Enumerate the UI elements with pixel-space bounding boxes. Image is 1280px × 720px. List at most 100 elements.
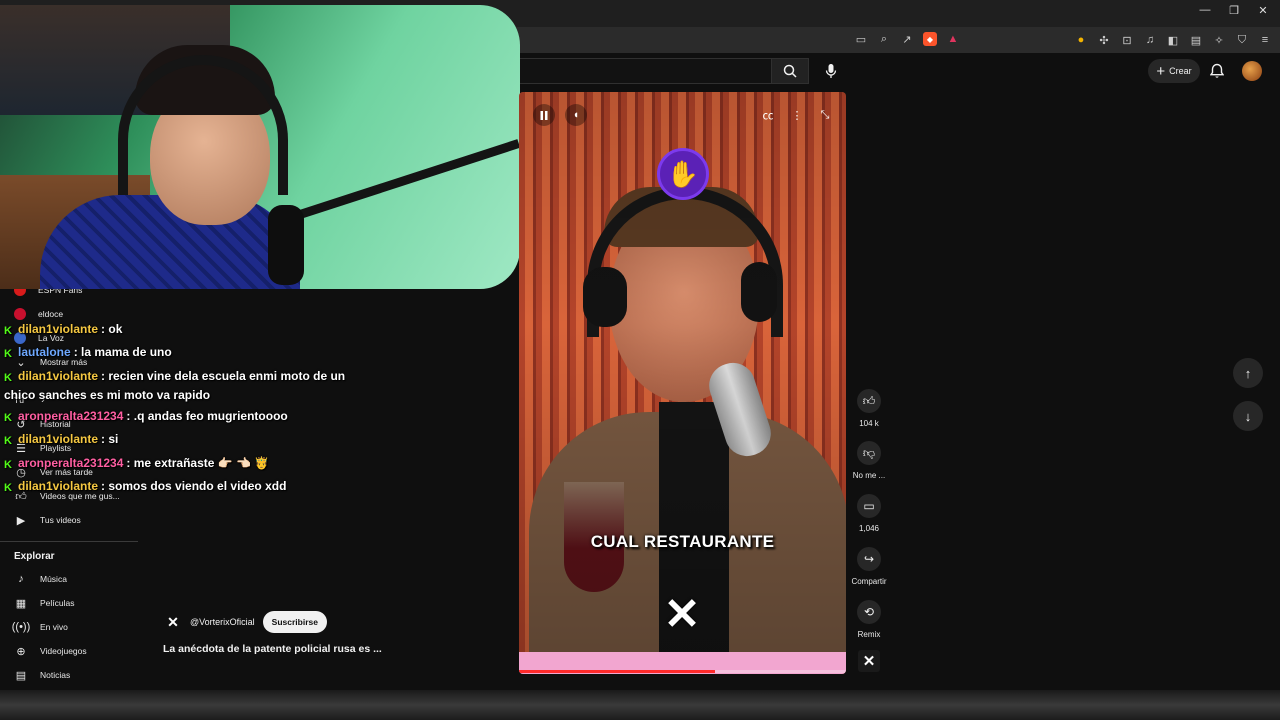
kick-badge-icon: K (4, 482, 12, 495)
previous-short-button[interactable]: ↑ (1233, 358, 1263, 388)
close-window-button[interactable]: ✕ (1253, 4, 1273, 17)
chat-message: Karonperalta231234: .q andas feo mugrien… (4, 405, 374, 428)
sidebar-item-gaming[interactable]: ⊕ Videojuegos (14, 643, 86, 659)
chat-message: Klautalone: la mama de uno (4, 341, 374, 364)
thumbs-down-icon: 👎︎ (857, 441, 881, 465)
sidebar-item-label: Tus videos (40, 515, 81, 525)
pause-icon (540, 110, 548, 120)
music-icon: ♪ (18, 573, 24, 585)
raised-hand-icon: ✋ (657, 148, 709, 200)
sidebar-divider (0, 541, 138, 542)
arrow-down-icon: ↓ (1244, 408, 1252, 424)
remix-button[interactable]: ⟲ Remix (849, 600, 889, 639)
channel-name[interactable]: @VorterixOficial (190, 617, 255, 627)
dislike-button[interactable]: 👎︎ No me ... (849, 441, 889, 480)
sidebar-item-label: En vivo (40, 622, 68, 632)
search-input[interactable] (490, 58, 772, 84)
explore-header: Explorar (14, 551, 55, 562)
chat-text: : la mama de uno (73, 345, 172, 360)
channel-row: ✕ @VorterixOficial Suscribirse (164, 611, 327, 633)
pause-button[interactable] (533, 104, 555, 126)
next-short-button[interactable]: ↓ (1233, 401, 1263, 431)
kick-badge-icon: K (4, 411, 12, 424)
plus-icon: + (1156, 62, 1166, 80)
chat-text: : somos dos viendo el video xdd (101, 479, 287, 494)
comment-icon: ▭ (857, 494, 881, 518)
streamer-microphone (268, 205, 304, 285)
fullscreen-button[interactable]: ⤡ (814, 104, 836, 126)
vpn-shield-icon[interactable]: ⛉ (1235, 33, 1249, 47)
notifications-button[interactable] (1208, 62, 1226, 80)
sidebar-item-news[interactable]: ▤ Noticias (14, 667, 70, 683)
brave-shields-icon[interactable]: ◆ (923, 32, 937, 46)
leo-ai-icon[interactable]: ✧ (1212, 33, 1226, 47)
vorterix-logo-icon: ✕ (663, 589, 701, 639)
search-button[interactable] (771, 58, 809, 84)
chat-username: aronperalta231234 (18, 408, 124, 423)
progress-fill (519, 670, 716, 673)
color-extension-icon[interactable]: ● (1074, 33, 1088, 47)
gamepad-icon: ⊕ (16, 645, 26, 658)
comments-button[interactable]: ▭ 1,046 (849, 494, 889, 533)
screen: 🔈 La — ❐ ✕ ▭ ⌕ ↗ ◆ ▲ ● ✣ ⊡ ♫ ◧ ▤ ✧ ⛉ ≡ (0, 0, 1280, 720)
sidebar-item-movies[interactable]: ▦ Películas (14, 595, 75, 611)
chat-username: dilan1violante (18, 322, 99, 336)
chat-text: : .q andas feo mugrientoooo (126, 408, 288, 423)
share-page-icon[interactable]: ↗ (900, 32, 914, 46)
minimize-button[interactable]: — (1195, 4, 1215, 16)
screenshot-icon[interactable]: ⊡ (1120, 33, 1134, 47)
like-button[interactable]: 👍︎ 104 k (849, 389, 889, 428)
voice-search-button[interactable] (818, 58, 844, 84)
cast-icon[interactable]: ▭ (854, 32, 868, 46)
play-icon: ▶ (16, 514, 26, 527)
chat-message: Kdilan1violante: recien vine dela escuel… (4, 365, 374, 405)
share-label: Compartir (851, 577, 887, 586)
live-icon: ((•)) (11, 621, 31, 633)
short-video-player[interactable]: ◖ ㏄ ⋮ ⤡ ✋ CUAL RESTAURANTE ✕ (519, 92, 846, 674)
channel-logo-icon[interactable]: ✕ (858, 650, 880, 672)
search-icon (783, 64, 797, 78)
arrow-up-icon: ↑ (1244, 365, 1252, 381)
wallet-icon[interactable]: ▤ (1189, 33, 1203, 47)
kick-badge-icon: K (4, 458, 12, 471)
chat-username: dilan1violante (18, 479, 99, 494)
chat-text: : me extrañaste (126, 455, 215, 470)
comment-count: 1,046 (858, 524, 880, 533)
sidebar-item-live[interactable]: ((•)) En vivo (11, 619, 68, 635)
volume-button[interactable]: ◖ (565, 104, 587, 126)
mic-arm (298, 139, 520, 219)
zoom-icon[interactable]: ⌕ (877, 32, 891, 46)
share-button[interactable]: ↪ Compartir (849, 547, 889, 586)
volume-icon: ◖ (572, 109, 580, 121)
webcam-overlay (0, 5, 520, 289)
kick-badge-icon: K (4, 371, 12, 384)
captions-icon: ㏄ (762, 110, 774, 122)
music-queue-icon[interactable]: ♫ (1143, 33, 1157, 47)
sidebar-item-your-videos[interactable]: ▶ Tus videos (14, 512, 81, 528)
more-options-button[interactable]: ⋮ (786, 104, 808, 126)
remix-label: Remix (857, 630, 881, 639)
sidebar-item-label: Noticias (40, 670, 71, 680)
chat-text: : si (101, 432, 119, 447)
sidebar-item-music[interactable]: ♪ Música (14, 571, 67, 587)
user-avatar[interactable] (1242, 61, 1262, 81)
captions-button[interactable]: ㏄ (757, 104, 779, 126)
create-button[interactable]: + Crear (1148, 59, 1200, 83)
extensions-puzzle-icon[interactable]: ✣ (1097, 33, 1111, 47)
restore-button[interactable]: ❐ (1224, 4, 1244, 17)
chat-username: aronperalta231234 (18, 455, 124, 470)
more-vertical-icon: ⋮ (791, 109, 803, 122)
sidebar-item-label: Música (40, 574, 67, 584)
subscribe-button[interactable]: Suscribirse (262, 611, 327, 633)
chat-emojis: 👉🏻 👈🏻 🤴 (217, 455, 270, 470)
chat-message: Karonperalta231234: me extrañaste 👉🏻 👈🏻 … (4, 452, 374, 475)
microphone-icon (825, 64, 837, 78)
menu-icon[interactable]: ≡ (1258, 33, 1272, 47)
sidebar-toggle-icon[interactable]: ◧ (1166, 33, 1180, 47)
short-title[interactable]: La anécdota de la patente policial rusa … (163, 643, 382, 655)
brave-rewards-icon[interactable]: ▲ (946, 32, 960, 46)
news-icon: ▤ (15, 669, 27, 682)
vorterix-channel-icon[interactable]: ✕ (164, 613, 182, 631)
sidebar-item-label: Películas (40, 598, 75, 608)
chat-message: Kdilan1violante: somos dos viendo el vid… (4, 475, 374, 498)
